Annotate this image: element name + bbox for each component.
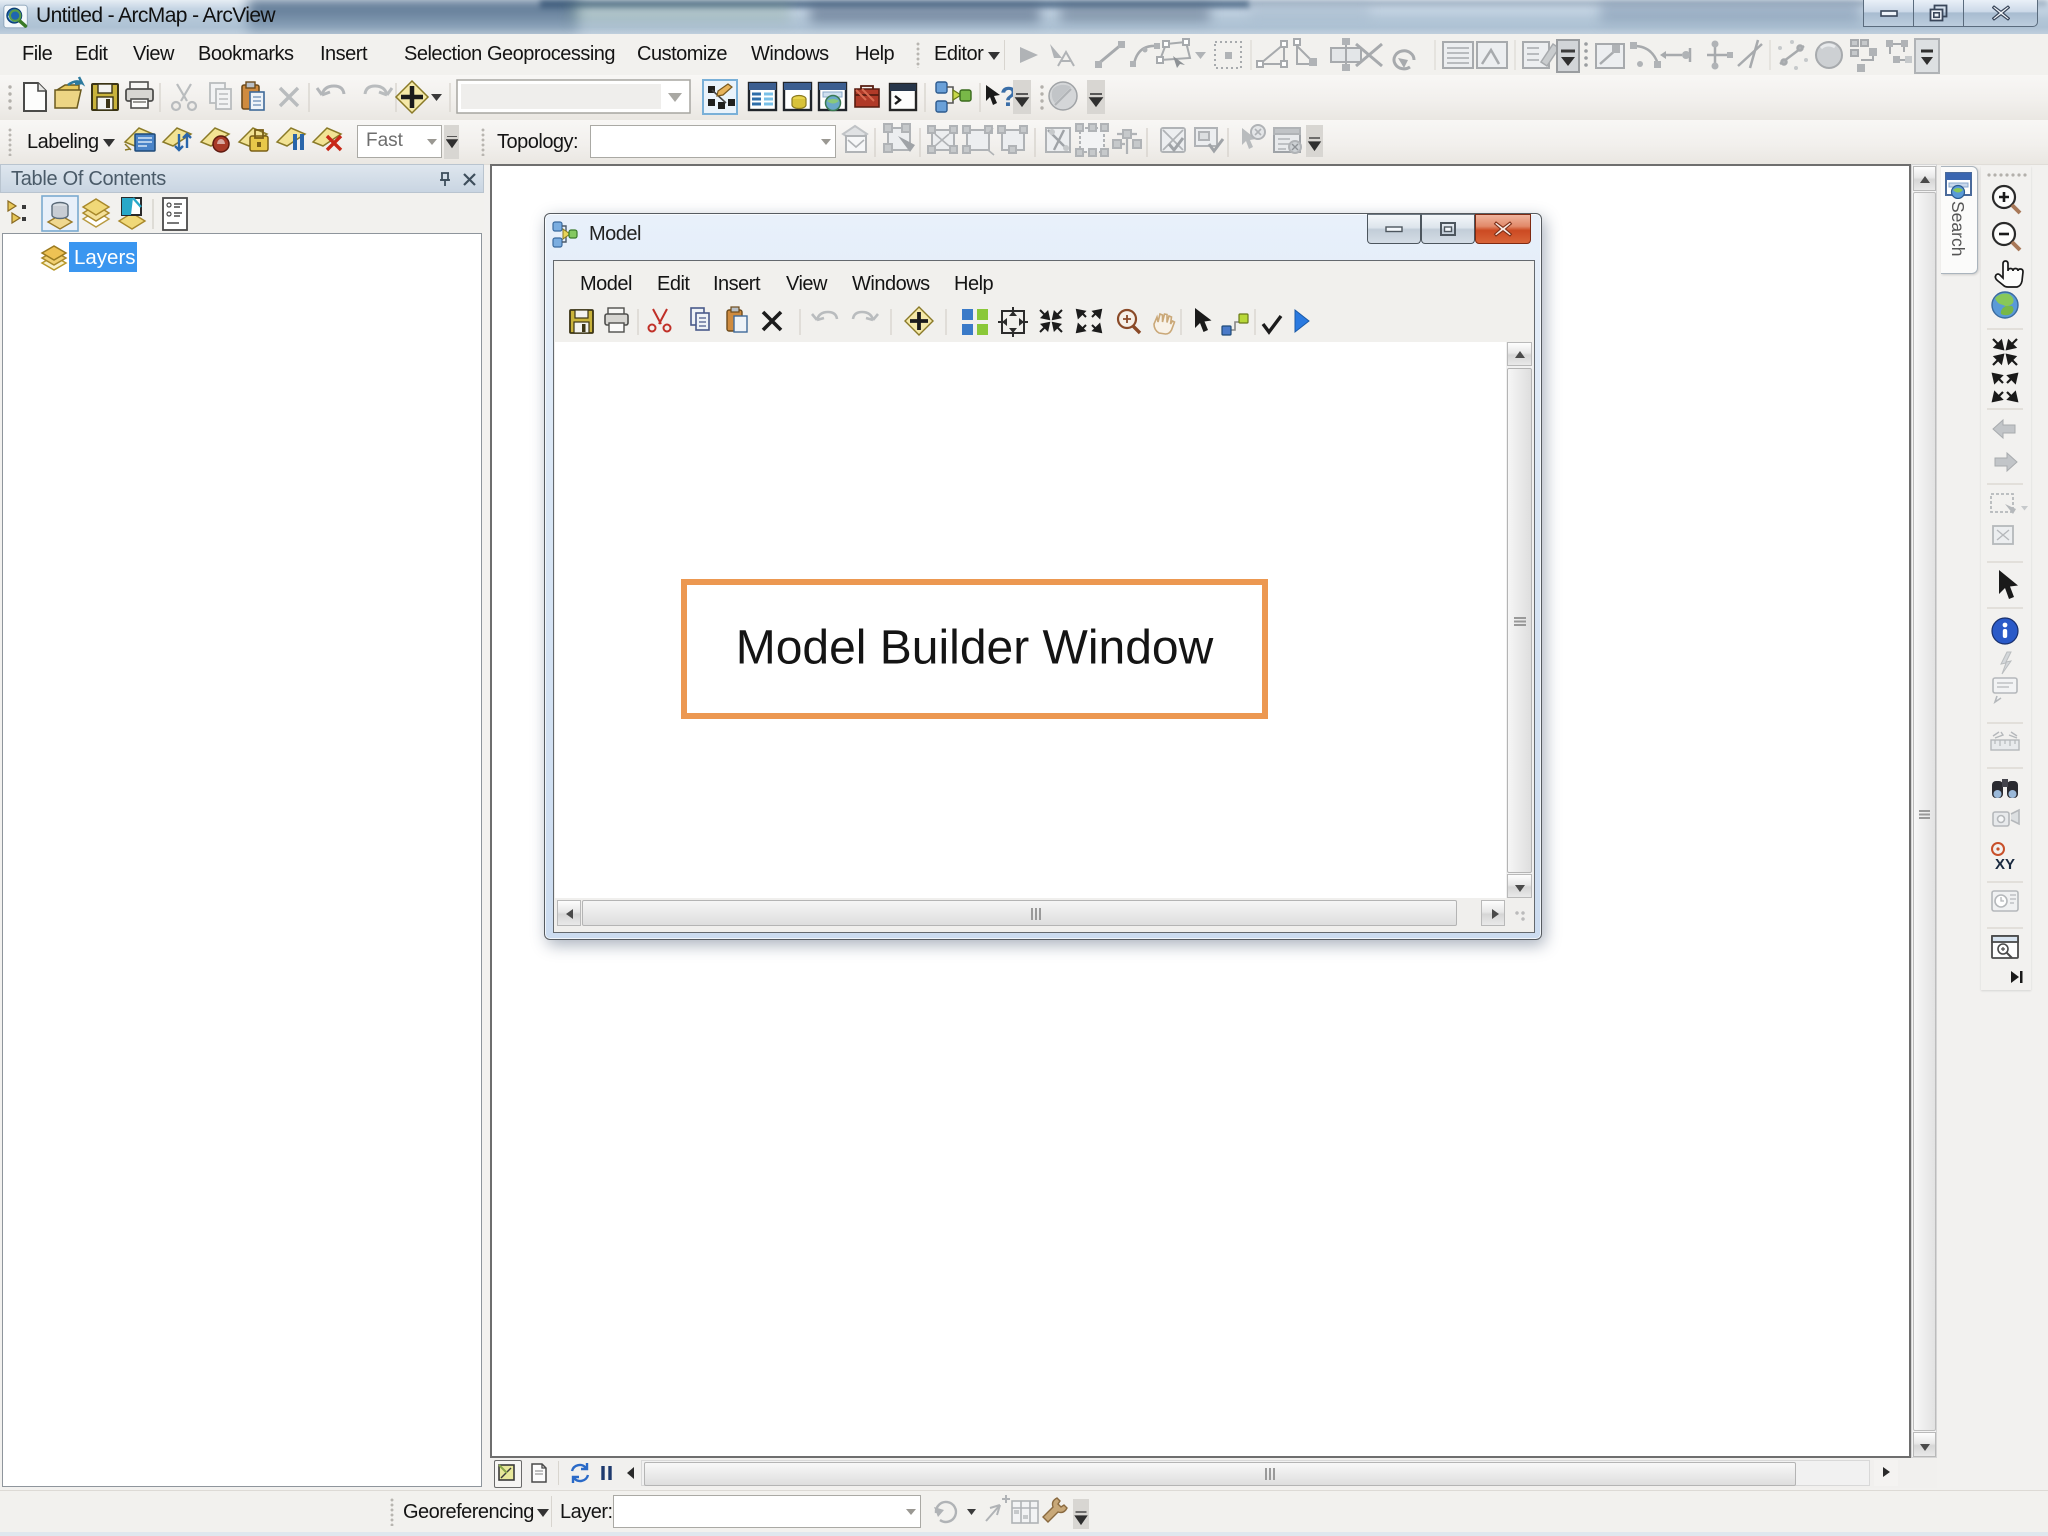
svg-text:XY: XY [1995, 856, 2015, 873]
